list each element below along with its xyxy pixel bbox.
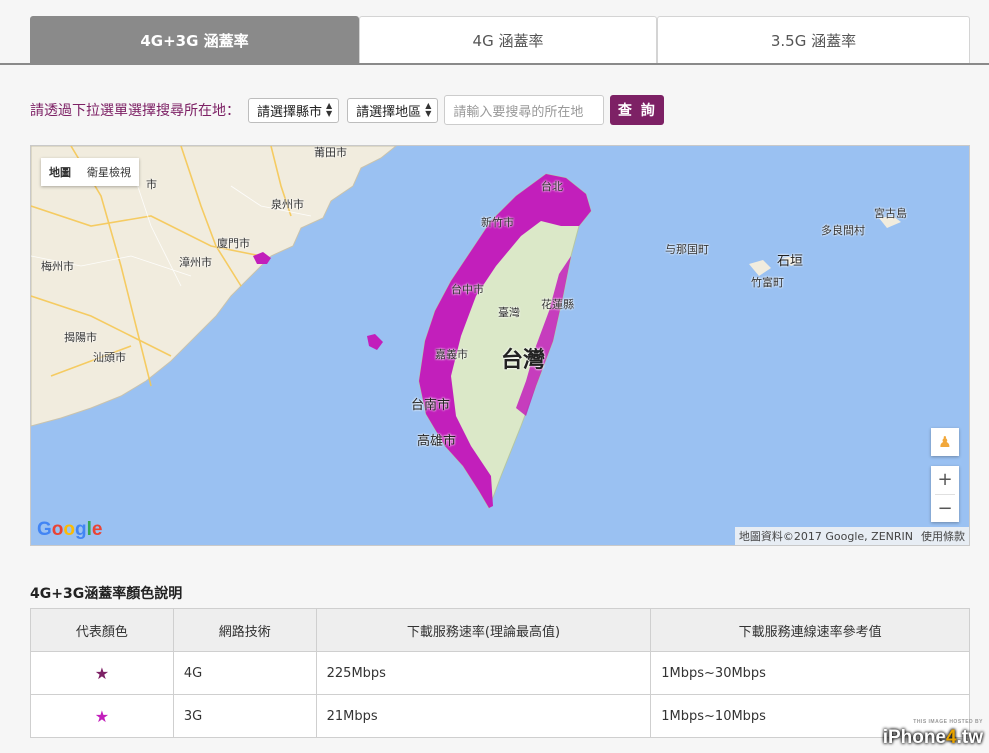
search-label: 請透過下拉選單選擇搜尋所在地： <box>30 103 240 119</box>
coverage-tabs: 4G+3G 涵蓋率 4G 涵蓋率 3.5G 涵蓋率 <box>30 16 970 64</box>
watermark-text-b: 4 <box>946 727 957 748</box>
map-label: 台南市 <box>411 398 451 413</box>
table-row: ★ 3G 21Mbps 1Mbps~10Mbps <box>30 694 970 738</box>
map-type-roadmap[interactable]: 地圖 <box>41 158 79 186</box>
map-label: 台北 <box>541 180 563 193</box>
header-ref-speed: 下載服務連線速率參考值 <box>650 608 970 652</box>
city-select-value: 請選擇縣市 <box>257 104 323 120</box>
map-label: 莆田市 <box>314 146 347 159</box>
map-label: 台中市 <box>451 283 484 296</box>
district-select-value: 請選擇地區 <box>356 104 422 120</box>
map-label: 与那国町 <box>665 243 709 256</box>
terms-link[interactable]: 使用條款 <box>921 528 965 544</box>
map-label: 漳州市 <box>179 256 212 269</box>
max-speed-cell: 225Mbps <box>315 651 652 695</box>
map-label: 嘉義市 <box>435 348 468 361</box>
google-logo[interactable]: Google <box>37 519 102 541</box>
watermark-text-c: .tw <box>956 727 983 748</box>
watermark-small-text: THIS IMAGE HOSTED BY <box>913 719 983 725</box>
legend-table: 代表顏色 網路技術 下載服務速率(理論最高值) 下載服務連線速率參考值 ★ 4G… <box>30 608 970 738</box>
map-type-control: 地圖 衛星檢視 <box>41 158 139 186</box>
max-speed-cell: 21Mbps <box>315 694 652 738</box>
map-label: 汕頭市 <box>93 351 126 364</box>
tab-underline <box>0 63 989 65</box>
map-label: 臺灣 <box>498 306 520 319</box>
map-label: 石垣 <box>777 254 804 269</box>
tab-3-5g[interactable]: 3.5G 涵蓋率 <box>657 16 970 64</box>
street-view-pegman-icon[interactable]: ♟ <box>931 428 959 456</box>
map-label: 多良間村 <box>821 224 865 237</box>
map-label: 梅州市 <box>41 260 74 273</box>
district-select[interactable]: 請選擇地區 ▲ ▼ <box>347 97 439 123</box>
location-search-input[interactable]: 請輸入要搜尋的所在地 <box>444 95 605 125</box>
zoom-control: + − <box>931 466 959 522</box>
map-type-satellite[interactable]: 衛星檢視 <box>79 158 139 186</box>
header-tech: 網路技術 <box>172 608 317 652</box>
search-row: 請透過下拉選單選擇搜尋所在地： 請選擇縣市 ▲ ▼ 請選擇地區 ▲ ▼ 請輸入要搜尋… <box>30 95 665 125</box>
map-label: 高雄市 <box>417 434 457 449</box>
china-landmass <box>31 146 397 427</box>
map-label: 宮古島 <box>874 207 907 220</box>
select-arrows-icon: ▲ ▼ <box>326 101 333 118</box>
map-attribution: 地圖資料©2017 Google, ZENRIN 使用條款 <box>734 527 969 545</box>
city-select[interactable]: 請選擇縣市 ▲ ▼ <box>248 97 340 123</box>
map-label: 揭陽市 <box>64 331 97 344</box>
coverage-map[interactable]: 地圖 衛星檢視 莆田市 市 泉州市 廈門市 漳州市 梅州市 揭陽市 汕頭市 台北… <box>30 145 970 546</box>
penghu-islands <box>367 334 383 350</box>
zoom-out-button[interactable]: − <box>931 495 959 523</box>
legend-title: 4G+3G涵蓋率顏色說明 <box>30 586 183 602</box>
watermark-text-a: iPhone <box>882 727 947 748</box>
tab-4g[interactable]: 4G 涵蓋率 <box>359 16 657 64</box>
tech-cell: 3G <box>172 694 317 738</box>
header-color: 代表顏色 <box>30 608 174 652</box>
map-label: 新竹市 <box>481 216 514 229</box>
search-button[interactable]: 查 詢 <box>610 95 665 125</box>
tab-4g-3g[interactable]: 4G+3G 涵蓋率 <box>30 16 359 64</box>
star-icon: ★ <box>30 694 174 738</box>
zoom-in-button[interactable]: + <box>931 466 959 494</box>
map-data-credit: 地圖資料©2017 Google, ZENRIN <box>738 530 913 543</box>
ref-speed-cell: 1Mbps~30Mbps <box>650 651 970 695</box>
map-label: 花蓮縣 <box>541 298 574 311</box>
watermark-logo: THIS IMAGE HOSTED BY iPhone4.tw <box>882 719 983 749</box>
table-row: ★ 4G 225Mbps 1Mbps~30Mbps <box>30 651 970 695</box>
map-label: 市 <box>146 178 157 191</box>
map-label: 竹富町 <box>751 276 784 289</box>
header-max-speed: 下載服務速率(理論最高值) <box>315 608 652 652</box>
select-arrows-icon: ▲ ▼ <box>425 101 432 118</box>
map-label: 泉州市 <box>271 198 304 211</box>
map-label: 廈門市 <box>217 237 250 250</box>
star-icon: ★ <box>30 651 174 695</box>
legend-header-row: 代表顏色 網路技術 下載服務速率(理論最高值) 下載服務連線速率參考值 <box>30 608 970 652</box>
tech-cell: 4G <box>172 651 317 695</box>
map-label-taiwan: 台灣 <box>501 348 546 373</box>
